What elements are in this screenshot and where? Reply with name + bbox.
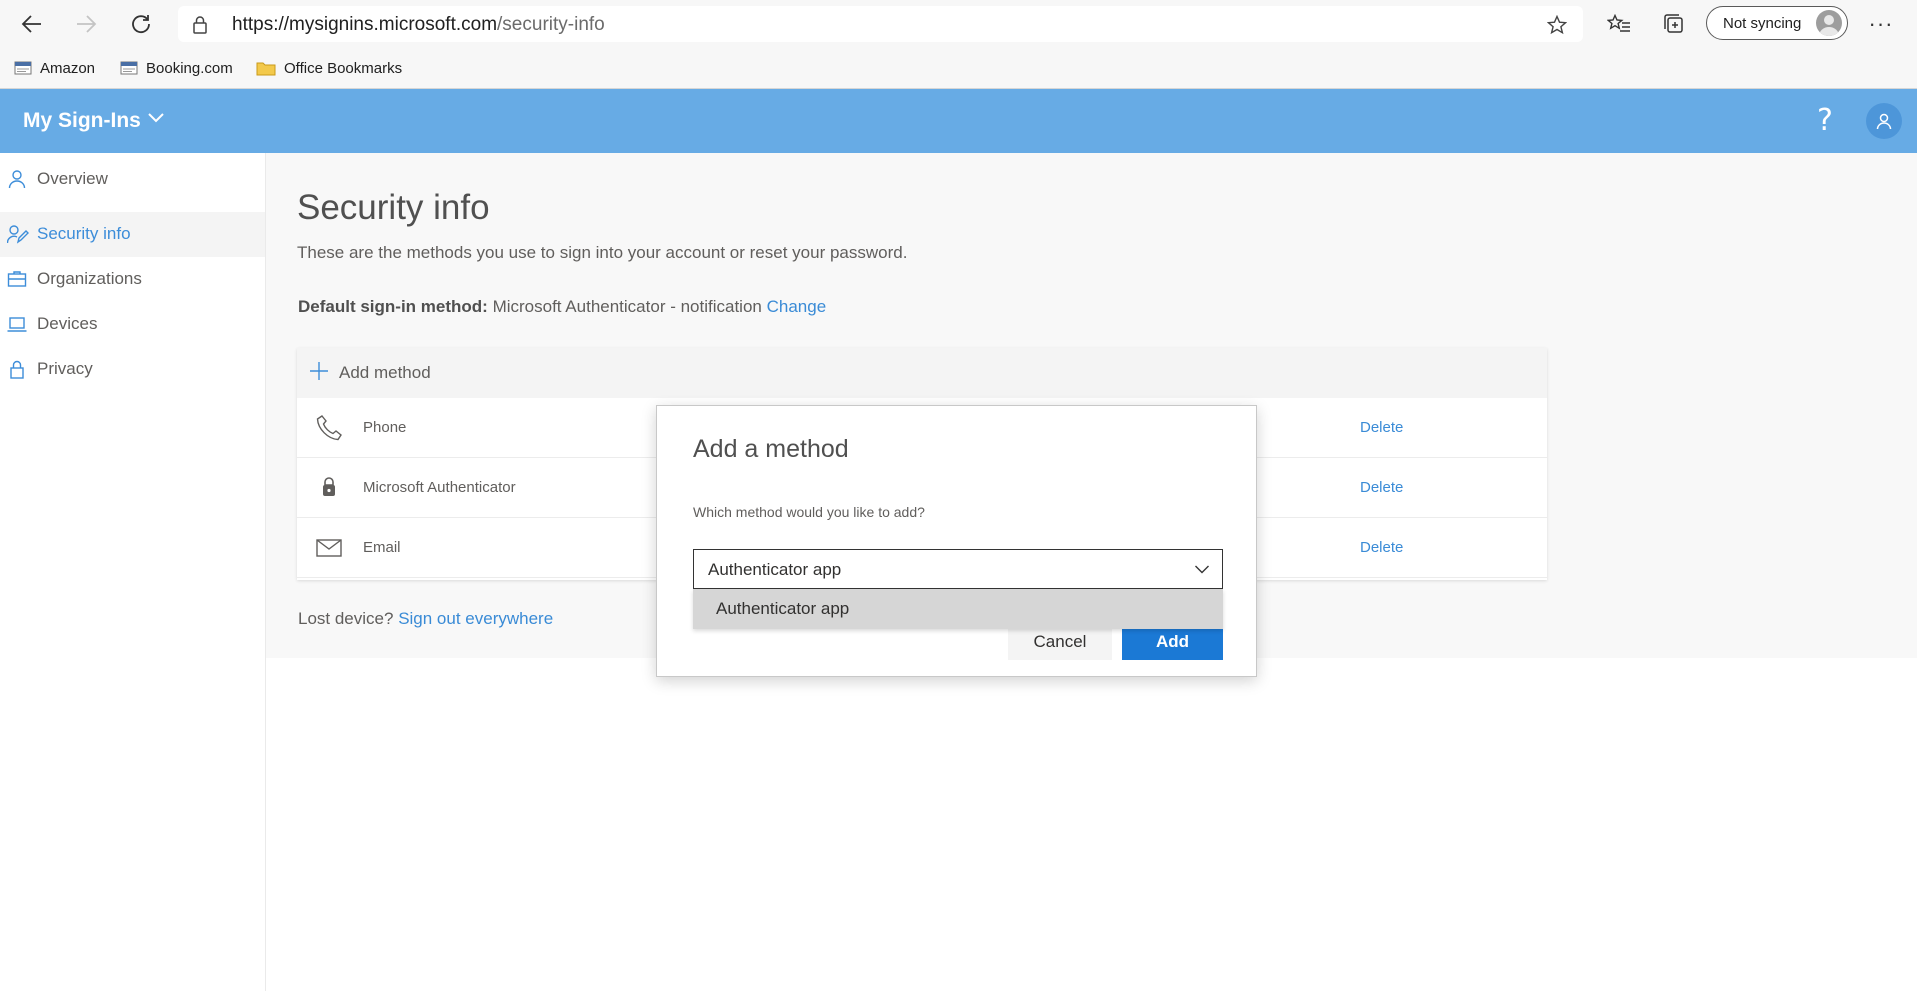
help-button[interactable]: ?: [1810, 103, 1840, 139]
page-subtitle: These are the methods you use to sign in…: [297, 243, 908, 262]
page-title: Security info: [297, 188, 490, 227]
sidebar-item-security-info[interactable]: Security info: [0, 212, 265, 257]
sidebar: Overview Security info Organizations Dev…: [0, 153, 266, 991]
url-text[interactable]: https://mysignins.microsoft.com/security…: [232, 14, 605, 36]
method-select[interactable]: Authenticator app: [693, 549, 1223, 589]
bookmark-label: Amazon: [40, 59, 96, 77]
account-button[interactable]: [1866, 103, 1902, 139]
lost-device-text: Lost device? Sign out everywhere: [298, 609, 553, 629]
bookmark-amazon[interactable]: Amazon: [14, 56, 95, 80]
phone-icon: [316, 415, 342, 441]
favorites-list-icon: [1607, 14, 1630, 32]
forward-arrow-icon: [77, 15, 97, 33]
sidebar-item-overview[interactable]: Overview: [0, 157, 265, 202]
bookmark-booking[interactable]: Booking.com: [120, 56, 233, 80]
url-path: /security-info: [497, 14, 605, 35]
lock-icon: [193, 16, 207, 34]
refresh-icon: [132, 15, 150, 34]
site-favicon-icon: [120, 60, 138, 76]
default-method-value: Microsoft Authenticator - notification: [492, 297, 762, 316]
app-title[interactable]: My Sign-Ins: [23, 109, 141, 133]
method-label: Microsoft Authenticator: [363, 479, 516, 496]
address-bar[interactable]: https://mysignins.microsoft.com/security…: [178, 6, 1583, 42]
sidebar-item-label: Security info: [37, 224, 131, 243]
app-header: My Sign-Ins ?: [0, 89, 1917, 153]
method-dropdown-list: Authenticator app: [693, 589, 1223, 629]
cancel-button[interactable]: Cancel: [1008, 624, 1112, 660]
dropdown-option-authenticator-app[interactable]: Authenticator app: [716, 599, 849, 619]
bookmark-label: Office Bookmarks: [284, 59, 403, 77]
select-value: Authenticator app: [708, 560, 842, 579]
method-label: Phone: [363, 419, 407, 436]
collections-button[interactable]: [1656, 8, 1692, 40]
bookmark-office-folder[interactable]: Office Bookmarks: [256, 56, 402, 80]
dialog-title: Add a method: [693, 435, 849, 463]
profile-person-icon: [1819, 15, 1839, 36]
sidebar-item-label: Overview: [37, 169, 108, 188]
back-button[interactable]: [14, 8, 50, 40]
user-icon: [1876, 113, 1892, 130]
sidebar-item-devices[interactable]: Devices: [0, 302, 265, 347]
add-button[interactable]: Add: [1122, 624, 1223, 660]
delete-email-link[interactable]: Delete: [1360, 539, 1403, 556]
more-options-button[interactable]: ···: [1863, 8, 1899, 40]
favorite-star-icon[interactable]: [1547, 15, 1567, 35]
add-method-button[interactable]: Add method: [297, 348, 1547, 398]
add-method-label: Add method: [339, 363, 431, 382]
method-label: Email: [363, 539, 401, 556]
security-info-icon: [7, 225, 29, 244]
delete-authenticator-link[interactable]: Delete: [1360, 479, 1403, 496]
sidebar-item-privacy[interactable]: Privacy: [0, 347, 265, 392]
bookmark-label: Booking.com: [146, 59, 233, 77]
sidebar-item-organizations[interactable]: Organizations: [0, 257, 265, 302]
delete-phone-link[interactable]: Delete: [1360, 419, 1403, 436]
collections-icon: [1664, 14, 1683, 33]
person-icon: [8, 170, 26, 189]
dialog-question: Which method would you like to add?: [693, 504, 925, 520]
laptop-icon: [7, 317, 27, 332]
change-default-link[interactable]: Change: [767, 297, 827, 316]
forward-button[interactable]: [68, 8, 104, 40]
site-favicon-icon: [14, 60, 32, 76]
sidebar-item-label: Organizations: [37, 269, 142, 288]
folder-icon: [256, 60, 276, 76]
lost-device-label: Lost device?: [298, 609, 394, 628]
plus-icon: [310, 362, 328, 380]
favorites-button[interactable]: [1601, 8, 1637, 40]
authenticator-lock-icon: [323, 477, 335, 496]
sidebar-item-label: Privacy: [37, 359, 93, 378]
back-arrow-icon: [21, 15, 41, 33]
url-host: https://mysignins.microsoft.com: [232, 14, 498, 35]
add-method-dialog: Add a method Which method would you like…: [656, 405, 1257, 677]
browser-toolbar: https://mysignins.microsoft.com/security…: [0, 0, 1917, 48]
bookmarks-bar: Amazon Booking.com Office Bookmarks: [0, 48, 1917, 89]
default-method-label: Default sign-in method:: [298, 297, 488, 316]
refresh-button[interactable]: [123, 8, 159, 40]
profile-sync-button[interactable]: Not syncing: [1706, 6, 1848, 40]
sync-label: Not syncing: [1723, 15, 1802, 32]
sign-out-everywhere-link[interactable]: Sign out everywhere: [398, 609, 553, 628]
mail-icon: [316, 539, 342, 557]
profile-avatar: [1816, 10, 1842, 36]
chevron-down-icon: [1195, 565, 1209, 574]
default-sign-in-method: Default sign-in method: Microsoft Authen…: [298, 297, 826, 317]
briefcase-icon: [7, 271, 27, 287]
sidebar-item-label: Devices: [37, 314, 98, 333]
chevron-down-icon[interactable]: [148, 113, 164, 123]
lock-icon: [10, 360, 24, 379]
